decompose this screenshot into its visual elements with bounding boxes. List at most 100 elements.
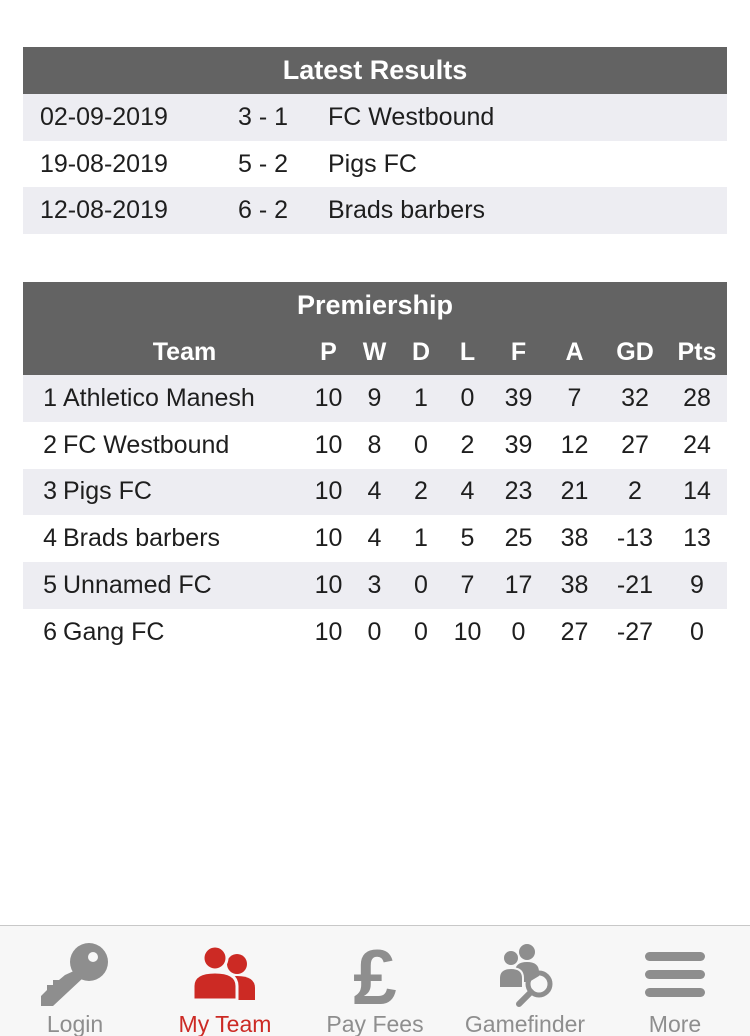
tab-gamefinder[interactable]: Gamefinder: [450, 926, 600, 1036]
col-header-lost: L: [444, 329, 491, 375]
team-position: 2: [43, 430, 57, 459]
table-row[interactable]: 2 FC Westbound 10 8 0 2 39 12 27 24: [23, 422, 727, 469]
team-name: Gang FC: [63, 617, 165, 646]
played-cell: 10: [314, 617, 343, 646]
latest-results-panel: Latest Results 02-09-2019 3 - 1 FC Westb…: [23, 47, 727, 235]
col-header-points: Pts: [667, 329, 727, 375]
result-opponent: Pigs FC: [328, 149, 417, 178]
played-cell: 10: [314, 524, 343, 553]
against-cell: 38: [560, 524, 589, 553]
col-header-drawn: D: [398, 329, 444, 375]
league-header-row: Team P W D L F A GD Pts: [23, 329, 727, 375]
tab-label-more: More: [648, 1011, 702, 1036]
result-date: 12-08-2019: [40, 196, 168, 225]
table-row[interactable]: 5 Unnamed FC 10 3 0 7 17 38 -21 9: [23, 562, 727, 609]
points-cell: 28: [667, 375, 727, 422]
goal-difference-cell: -27: [616, 617, 654, 646]
drawn-cell: 0: [414, 617, 428, 646]
tab-label-pay-fees: Pay Fees: [326, 1011, 424, 1036]
tab-more[interactable]: More: [600, 926, 750, 1036]
won-cell: 8: [367, 430, 382, 459]
played-cell: 10: [314, 430, 343, 459]
tab-my-team[interactable]: My Team: [150, 926, 300, 1036]
tab-login[interactable]: Login: [0, 926, 150, 1036]
played-cell: 10: [306, 562, 351, 609]
points-cell: 0: [690, 617, 704, 646]
goal-difference-cell: -21: [603, 562, 667, 609]
result-date: 19-08-2019: [40, 149, 168, 178]
drawn-cell: 0: [414, 430, 428, 459]
team-position: 5: [23, 562, 63, 609]
team-name: Pigs FC: [63, 468, 306, 516]
col-header-against: A: [546, 329, 603, 375]
team-position: 4: [43, 524, 57, 553]
lost-cell: 10: [453, 617, 482, 646]
points-cell: 9: [667, 562, 727, 609]
goal-difference-cell: 27: [621, 430, 649, 459]
pound-icon: £: [335, 933, 415, 1021]
won-cell: 9: [351, 375, 398, 422]
against-cell: 38: [546, 562, 603, 609]
team-icon: [185, 938, 265, 1015]
for-cell: 39: [491, 375, 546, 422]
for-cell: 23: [491, 468, 546, 516]
latest-results-title: Latest Results: [23, 47, 727, 94]
league-standings-table: Team P W D L F A GD Pts 1 Athletico Mane…: [23, 329, 727, 656]
against-cell: 7: [546, 375, 603, 422]
drawn-cell: 1: [398, 375, 444, 422]
team-name: Unnamed FC: [63, 562, 306, 609]
for-cell: 25: [504, 524, 533, 553]
tab-label-login: Login: [46, 1011, 104, 1036]
result-score: 3 - 1: [238, 102, 289, 131]
table-row[interactable]: 4 Brads barbers 10 4 1 5 25 38 -13 13: [23, 515, 727, 562]
points-cell: 14: [667, 468, 727, 516]
team-position: 1: [23, 375, 63, 422]
for-cell: 0: [511, 617, 526, 646]
goal-difference-cell: 32: [603, 375, 667, 422]
won-cell: 4: [367, 524, 382, 553]
result-opponent: FC Westbound: [328, 102, 495, 131]
lost-cell: 0: [444, 375, 491, 422]
played-cell: 10: [306, 375, 351, 422]
tab-pay-fees[interactable]: £ Pay Fees: [300, 926, 450, 1036]
bottom-tab-bar: Login My Team £ Pay Fees Gamefinder More: [0, 925, 750, 1036]
table-row[interactable]: 1 Athletico Manesh 10 9 1 0 39 7 32 28: [23, 375, 727, 422]
result-row[interactable]: 02-09-2019 3 - 1 FC Westbound: [23, 94, 727, 141]
against-cell: 27: [560, 617, 589, 646]
lost-cell: 4: [444, 468, 491, 516]
tab-label-my-team: My Team: [178, 1011, 272, 1036]
result-opponent: Brads barbers: [328, 196, 486, 225]
team-name: Athletico Manesh: [63, 375, 306, 422]
tab-label-gamefinder: Gamefinder: [464, 1011, 586, 1036]
team-name: Brads barbers: [63, 524, 221, 553]
team-position: 6: [43, 617, 57, 646]
team-position: 3: [23, 468, 63, 516]
drawn-cell: 1: [414, 524, 428, 553]
played-cell: 10: [306, 468, 351, 516]
drawn-cell: 2: [398, 468, 444, 516]
key-icon: [35, 938, 115, 1015]
col-header-for: F: [491, 329, 546, 375]
col-header-played: P: [306, 329, 351, 375]
result-row[interactable]: 19-08-2019 5 - 2 Pigs FC: [23, 141, 727, 188]
col-header-team: Team: [63, 329, 306, 375]
won-cell: 4: [351, 468, 398, 516]
points-cell: 24: [683, 430, 711, 459]
latest-results-list: 02-09-2019 3 - 1 FC Westbound 19-08-2019…: [23, 94, 727, 235]
table-row[interactable]: 6 Gang FC 10 0 0 10 0 27 -27 0: [23, 609, 727, 656]
lost-cell: 5: [460, 524, 475, 553]
against-cell: 21: [546, 468, 603, 516]
gamefinder-icon: [485, 938, 565, 1015]
col-header-position: [23, 329, 63, 375]
svg-text:£: £: [353, 938, 396, 1010]
won-cell: 3: [351, 562, 398, 609]
table-row[interactable]: 3 Pigs FC 10 4 2 4 23 21 2 14: [23, 468, 727, 516]
lost-cell: 7: [444, 562, 491, 609]
for-cell: 39: [504, 430, 533, 459]
menu-icon: [635, 938, 715, 1015]
league-title: Premiership: [23, 282, 727, 329]
result-row[interactable]: 12-08-2019 6 - 2 Brads barbers: [23, 187, 727, 235]
for-cell: 17: [491, 562, 546, 609]
drawn-cell: 0: [398, 562, 444, 609]
result-score: 6 - 2: [238, 196, 289, 225]
